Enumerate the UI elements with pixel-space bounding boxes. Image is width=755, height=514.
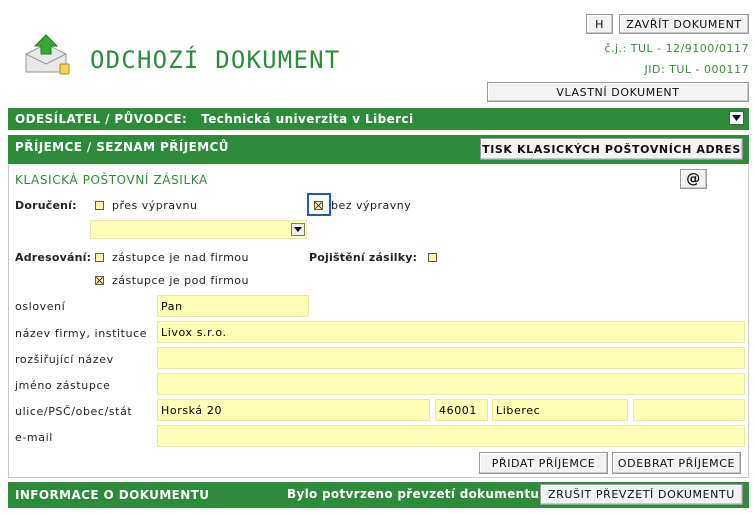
email-label: e-mail: [15, 431, 53, 444]
addressing-label: Adresování:: [15, 251, 92, 264]
recipients-label: PŘÍJEMCE / SEZNAM PŘÍJEMCŮ: [15, 140, 229, 154]
page-title: ODCHOZÍ DOKUMENT: [90, 46, 341, 74]
h-button[interactable]: H: [586, 14, 613, 34]
own-document-button[interactable]: VLASTNÍ DOKUMENT: [487, 82, 749, 102]
envelope-upload-icon: [22, 34, 70, 76]
company-input[interactable]: Livox s.r.o.: [157, 321, 745, 343]
salutation-label: oslovení: [15, 300, 66, 313]
delivery-method-select[interactable]: [90, 220, 307, 239]
ext-name-label: rozšiřující název: [15, 353, 114, 366]
addr-below-label: zástupce je pod firmou: [112, 274, 250, 287]
delivery-via-label: přes výpravnu: [112, 199, 198, 212]
sender-value: Technická univerzita v Liberci: [201, 112, 414, 126]
delivery-via-checkbox[interactable]: [95, 201, 104, 210]
panel-title: KLASICKÁ POŠTOVNÍ ZÁSILKA: [15, 173, 208, 187]
insurance-checkbox[interactable]: [428, 253, 437, 262]
addr-above-checkbox[interactable]: [95, 253, 104, 262]
email-input[interactable]: [157, 425, 745, 447]
chevron-down-icon: [732, 115, 741, 121]
delivery-without-label: bez výpravny: [331, 199, 412, 212]
address-label: ulice/PSČ/obec/stát: [15, 405, 133, 418]
rep-name-input[interactable]: [157, 373, 745, 395]
chevron-down-icon: [294, 227, 302, 232]
reference-number: č.j.: TUL - 12/9100/0117: [604, 42, 749, 55]
select-dropdown-button[interactable]: [291, 223, 305, 236]
addr-above-label: zástupce je nad firmou: [112, 251, 250, 264]
print-addresses-button[interactable]: TISK KLASICKÝCH POŠTOVNÍCH ADRES: [480, 138, 743, 160]
city-input[interactable]: Liberec: [492, 399, 628, 421]
sender-dropdown-button[interactable]: [729, 111, 744, 125]
close-document-button[interactable]: ZAVŘÍT DOKUMENT: [619, 14, 749, 34]
sender-label: ODESÍLATEL / PŮVODCE:: [15, 112, 188, 126]
cancel-receipt-button[interactable]: ZRUŠIT PŘEVZETÍ DOKUMENTU: [540, 484, 743, 505]
sender-bar: ODESÍLATEL / PŮVODCE: Technická univerzi…: [8, 108, 749, 130]
ext-name-input[interactable]: [157, 347, 745, 369]
rep-name-label: jméno zástupce: [15, 379, 111, 392]
insurance-label: Pojištění zásilky:: [309, 251, 418, 264]
salutation-input[interactable]: Pan: [157, 295, 309, 317]
addr-below-checkbox[interactable]: [95, 276, 104, 285]
delivery-label: Doručení:: [15, 199, 77, 212]
email-at-button[interactable]: @: [680, 169, 707, 189]
confirmed-text: Bylo potvrzeno převzetí dokumentu: [287, 487, 540, 501]
doc-info-label: INFORMACE O DOKUMENTU: [15, 488, 210, 502]
street-input[interactable]: Horská 20: [157, 399, 430, 421]
remove-recipient-button[interactable]: ODEBRAT PŘÍJEMCE: [612, 452, 741, 474]
delivery-without-checkbox[interactable]: [314, 201, 323, 210]
company-label: název firmy, instituce: [15, 327, 148, 340]
jid-number: JID: TUL - 000117: [644, 63, 749, 76]
country-input[interactable]: [633, 399, 745, 421]
zip-input[interactable]: 46001: [435, 399, 488, 421]
add-recipient-button[interactable]: PŘIDAT PŘÍJEMCE: [479, 452, 608, 474]
